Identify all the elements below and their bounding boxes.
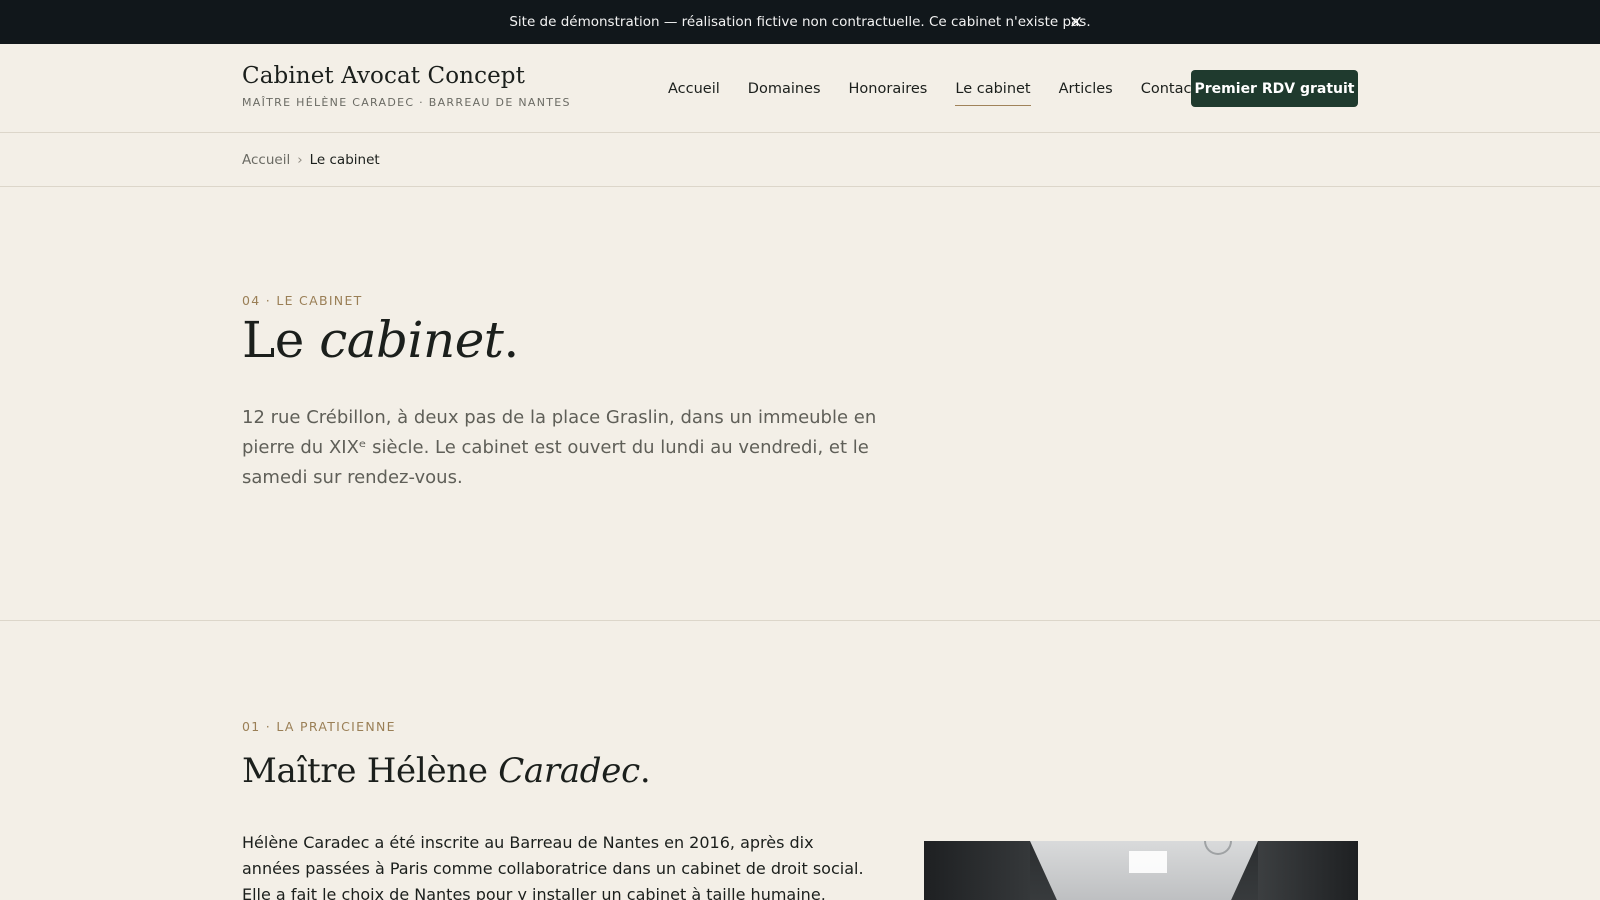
hero-lead: 12 rue Crébillon, à deux pas de la place… [242, 407, 877, 488]
demo-banner: Site de démonstration — réalisation fict… [0, 0, 1600, 44]
breadcrumb: Accueil › Le cabinet [0, 133, 1600, 187]
office-photo [924, 841, 1358, 900]
practitioner-title-italic: Caradec [498, 751, 640, 791]
premier-rdv-button[interactable]: Premier RDV gratuit [1191, 70, 1358, 107]
practitioner-title: Maître Hélène Caradec. [242, 751, 651, 791]
nav-item-domaines[interactable]: Domaines [748, 69, 821, 106]
nav-item-articles[interactable]: Articles [1059, 69, 1113, 106]
page-title: Le cabinet. [242, 311, 519, 369]
breadcrumb-separator: › [297, 151, 303, 168]
breadcrumb-current: Le cabinet [309, 151, 380, 168]
nav-item-accueil[interactable]: Accueil [668, 69, 720, 106]
practitioner-eyebrow: 01 · LA PRATICIENNE [242, 719, 396, 734]
practitioner-title-end: . [639, 751, 651, 791]
page-title-end: . [503, 311, 519, 369]
practitioner-title-plain: Maître Hélène [242, 751, 499, 791]
breadcrumb-home[interactable]: Accueil [242, 152, 290, 168]
nav-item-honoraires[interactable]: Honoraires [849, 69, 928, 106]
photo-wall-left [924, 841, 1030, 900]
hero-eyebrow: 04 · LE CABINET [242, 293, 363, 308]
page-title-plain: Le [242, 311, 320, 369]
brand-subtitle: MAÎTRE HÉLÈNE CARADEC · BARREAU DE NANTE… [242, 96, 571, 109]
practitioner-body: Hélène Caradec a été inscrite au Barreau… [242, 833, 864, 900]
brand[interactable]: Cabinet Avocat Concept MAÎTRE HÉLÈNE CAR… [242, 63, 571, 109]
brand-name[interactable]: Cabinet Avocat Concept [242, 63, 571, 89]
demo-banner-text: Site de démonstration — réalisation fict… [509, 14, 1091, 30]
photo-wall-right [1258, 841, 1358, 900]
page-title-italic: cabinet [319, 311, 504, 369]
main-nav: Accueil Domaines Honoraires Le cabinet A… [668, 69, 1225, 106]
nav-item-le-cabinet[interactable]: Le cabinet [955, 69, 1031, 106]
practitioner-section: 01 · LA PRATICIENNE Maître Hélène Carade… [0, 621, 1600, 900]
close-icon[interactable]: × [1066, 12, 1086, 32]
nav-item-contact[interactable]: Contact [1141, 69, 1197, 106]
hero-section: 04 · LE CABINET Le cabinet. 12 rue Crébi… [0, 187, 1600, 621]
site-header: Cabinet Avocat Concept MAÎTRE HÉLÈNE CAR… [0, 44, 1600, 133]
photo-ceiling-light [1129, 851, 1167, 873]
